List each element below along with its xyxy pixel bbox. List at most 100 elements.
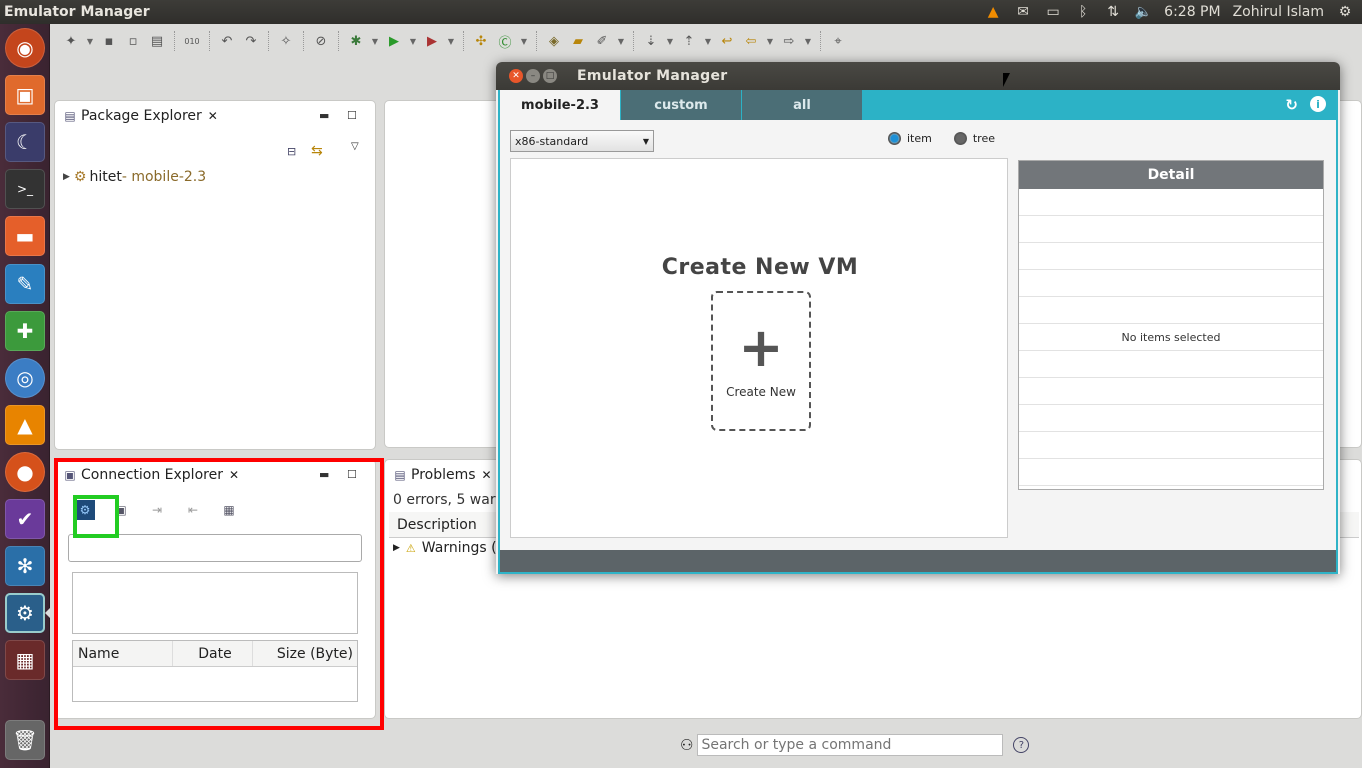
view-layout-icon[interactable]: ▦: [219, 500, 239, 520]
forward-icon[interactable]: ⇨: [778, 30, 800, 52]
terminal-icon[interactable]: >_: [5, 169, 45, 209]
column-date[interactable]: Date: [173, 641, 253, 666]
print-icon[interactable]: ▤: [146, 30, 168, 52]
wand-icon[interactable]: ✧: [275, 30, 297, 52]
ubuntu-dash-icon[interactable]: ◉: [5, 28, 45, 68]
chevron-down-icon: ▼: [642, 136, 649, 146]
run-icon[interactable]: ▶: [383, 30, 405, 52]
refresh-icon[interactable]: ↻: [1285, 96, 1298, 114]
help-icon[interactable]: ?: [1013, 737, 1030, 753]
close-icon[interactable]: ✕: [208, 109, 218, 123]
column-name[interactable]: Name: [73, 641, 173, 666]
trash-icon[interactable]: 🗑: [5, 720, 45, 760]
collapse-all-icon[interactable]: ⊟: [287, 145, 296, 158]
class-dropdown-icon[interactable]: ▼: [518, 30, 530, 52]
external-dropdown-icon[interactable]: ▼: [445, 30, 457, 52]
redo-icon[interactable]: ↷: [240, 30, 262, 52]
window-maximize-icon[interactable]: □: [543, 69, 557, 83]
info-icon[interactable]: i: [1310, 96, 1326, 112]
warnings-row[interactable]: ▶ ⚠ Warnings (: [393, 540, 497, 556]
skip-breakpoints-icon[interactable]: ⊘: [310, 30, 332, 52]
wallpaper-icon[interactable]: ☾: [5, 122, 45, 162]
clock[interactable]: 6:28 PM: [1164, 3, 1220, 21]
search-dropdown-icon[interactable]: ▼: [615, 30, 627, 52]
firefox-icon[interactable]: ●: [5, 452, 45, 492]
platform-select[interactable]: x86-standard ▼: [510, 130, 654, 152]
network-icon[interactable]: ⇅: [1104, 3, 1122, 21]
undo-icon[interactable]: ↶: [216, 30, 238, 52]
volume-icon[interactable]: 🔈: [1134, 3, 1152, 21]
device-list[interactable]: [72, 572, 358, 634]
maximize-icon[interactable]: ☐: [347, 468, 357, 481]
next-annotation-icon[interactable]: ⇣: [640, 30, 662, 52]
push-file-icon[interactable]: ⇥: [147, 500, 167, 520]
window-close-icon[interactable]: ✕: [509, 69, 523, 83]
command-search-input[interactable]: [697, 734, 1004, 756]
new-icon[interactable]: ✦: [60, 30, 82, 52]
emulator-manager-titlebar[interactable]: ✕ – □ Emulator Manager: [496, 62, 1340, 90]
back-dropdown-icon[interactable]: ▼: [764, 30, 776, 52]
maximize-icon[interactable]: ☐: [347, 109, 357, 122]
vlc-icon[interactable]: ▲: [984, 3, 1002, 21]
tree-radio[interactable]: [953, 132, 967, 145]
run-external-icon[interactable]: ▶: [421, 30, 443, 52]
back-icon[interactable]: ⇦: [740, 30, 762, 52]
minimize-icon[interactable]: ▬: [319, 468, 329, 481]
minimize-icon[interactable]: ▬: [319, 109, 329, 122]
forward-dropdown-icon[interactable]: ▼: [802, 30, 814, 52]
vlc-launcher-icon[interactable]: ▲: [5, 405, 45, 445]
tab-all[interactable]: all: [742, 90, 863, 120]
user-name[interactable]: Zohirul Islam: [1233, 3, 1324, 21]
new-package-icon[interactable]: ✣: [470, 30, 492, 52]
project-tree-item[interactable]: ▶ ⚙ hitet - mobile-2.3: [63, 169, 206, 185]
expand-arrow-icon[interactable]: ▶: [63, 172, 70, 182]
prev-annotation-icon[interactable]: ⇡: [678, 30, 700, 52]
tasks-icon[interactable]: ✔: [5, 499, 45, 539]
software-center-icon[interactable]: ▣: [5, 75, 45, 115]
save-icon[interactable]: ▪: [98, 30, 120, 52]
column-size[interactable]: Size (Byte): [253, 641, 357, 666]
tab-custom[interactable]: custom: [621, 90, 742, 120]
run-dropdown-icon[interactable]: ▼: [407, 30, 419, 52]
debug-dropdown-icon[interactable]: ▼: [369, 30, 381, 52]
gear-icon[interactable]: ⚙: [1336, 3, 1354, 21]
expand-arrow-icon[interactable]: ▶: [393, 543, 400, 553]
pin-editor-icon[interactable]: ⌖: [827, 30, 849, 52]
open-folder-icon[interactable]: ▰: [567, 30, 589, 52]
last-edit-icon[interactable]: ↩: [716, 30, 738, 52]
inkscape-icon[interactable]: ✎: [5, 264, 45, 304]
workspace-switcher-icon[interactable]: ▦: [5, 640, 45, 680]
item-radio[interactable]: [888, 132, 901, 145]
close-icon[interactable]: ✕: [482, 468, 492, 482]
bluetooth-icon[interactable]: ᛒ: [1074, 3, 1092, 21]
new-dropdown-icon[interactable]: ▼: [84, 30, 96, 52]
device-select[interactable]: [68, 534, 362, 562]
connection-toolbar: ⚙ ▣ ⇥ ⇤ ▦: [75, 500, 239, 520]
link-editor-icon[interactable]: ⇆: [311, 143, 323, 159]
next-dropdown-icon[interactable]: ▼: [664, 30, 676, 52]
close-icon[interactable]: ✕: [229, 468, 239, 482]
warnings-label: Warnings (: [421, 540, 497, 556]
pull-file-icon[interactable]: ⇤: [183, 500, 203, 520]
open-type-icon[interactable]: ◈: [543, 30, 565, 52]
files-icon[interactable]: ▬: [5, 216, 45, 256]
chromium-icon[interactable]: ◎: [5, 358, 45, 398]
control-panel-icon[interactable]: ▣: [111, 500, 131, 520]
pinwheel-icon[interactable]: ✻: [5, 546, 45, 586]
emulator-manager-icon[interactable]: ⚙: [75, 500, 95, 520]
graph-tool-icon[interactable]: ✚: [5, 311, 45, 351]
new-class-icon[interactable]: Ⓒ: [494, 30, 516, 52]
window-minimize-icon[interactable]: –: [526, 69, 540, 83]
view-menu-icon[interactable]: ▽: [351, 141, 359, 152]
emulator-manager-launcher-icon[interactable]: ⚙: [5, 593, 45, 633]
battery-icon[interactable]: ▭: [1044, 3, 1062, 21]
tab-mobile[interactable]: mobile-2.3: [500, 90, 621, 120]
mail-icon[interactable]: ✉: [1014, 3, 1032, 21]
search-tool-icon[interactable]: ✐: [591, 30, 613, 52]
binary-icon[interactable]: 010: [181, 30, 203, 52]
debug-icon[interactable]: ✱: [345, 30, 367, 52]
prev-dropdown-icon[interactable]: ▼: [702, 30, 714, 52]
save-all-icon[interactable]: ▫: [122, 30, 144, 52]
create-new-label: Create New: [726, 385, 796, 399]
create-new-vm-button[interactable]: + Create New: [711, 291, 811, 431]
